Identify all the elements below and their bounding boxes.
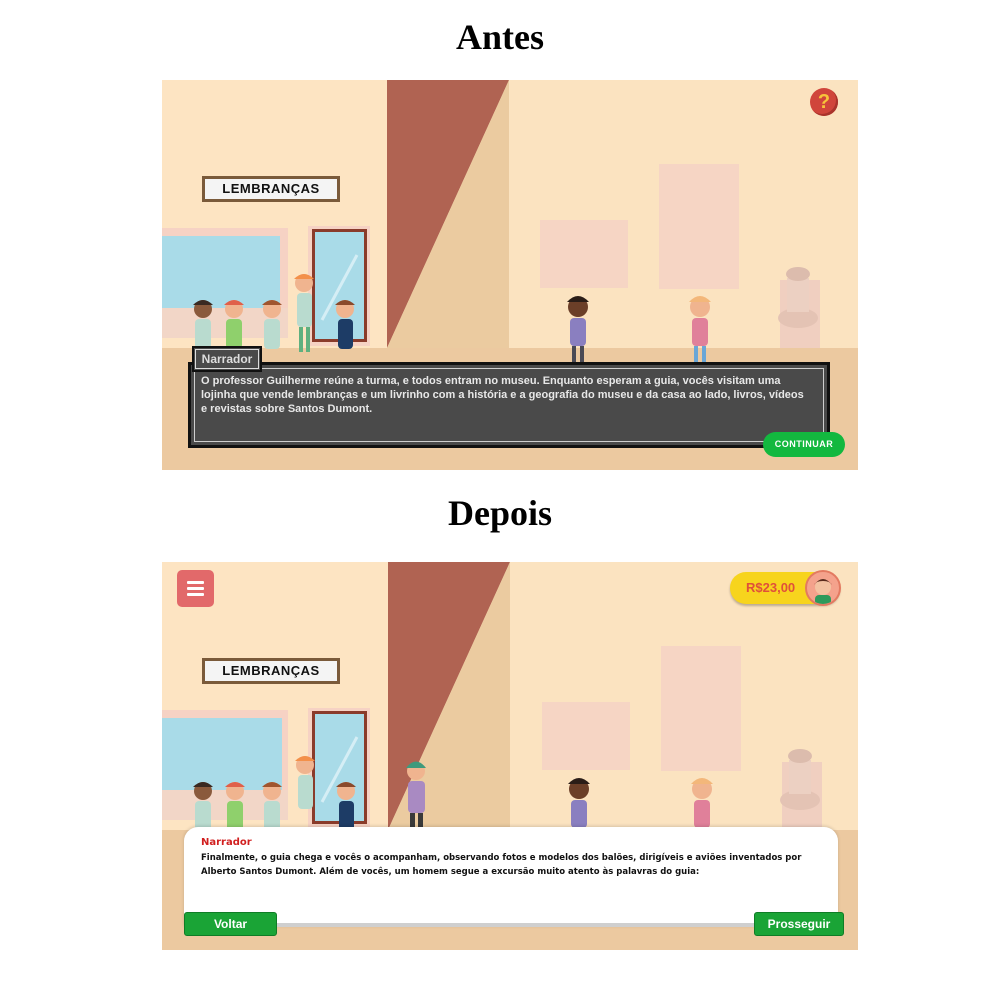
question-icon[interactable]: ? (810, 88, 838, 116)
souvenir-shop-sign: LEMBRANÇAS (202, 176, 340, 202)
hamburger-menu-icon[interactable] (177, 570, 214, 607)
depois-title: Depois (447, 493, 552, 533)
continue-button[interactable]: CONTINUAR (763, 432, 845, 457)
depois-scene: LEMBRANÇAS R$23,00 Narrador Finalmente, … (162, 562, 858, 950)
narration-text: Finalmente, o guia chega e vocês o acomp… (201, 853, 802, 877)
narration-box: O professor Guilherme reúne a turma, e t… (188, 362, 830, 448)
narrator-label: Narrador (201, 837, 252, 848)
next-button[interactable]: Prosseguir (754, 912, 844, 936)
narration-box: Narrador Finalmente, o guia chega e você… (184, 827, 838, 927)
antes-title: Antes (456, 17, 544, 57)
narrator-label: Narrador (192, 346, 262, 372)
souvenir-shop-sign: LEMBRANÇAS (202, 658, 340, 684)
narration-text: O professor Guilherme reúne a turma, e t… (201, 375, 804, 415)
antes-scene: LEMBRANÇAS ? O professor Guilherme reúne… (162, 80, 858, 470)
player-avatar-icon[interactable] (805, 570, 841, 606)
back-button[interactable]: Voltar (184, 912, 277, 936)
balance-amount: R$23,00 (746, 580, 796, 595)
